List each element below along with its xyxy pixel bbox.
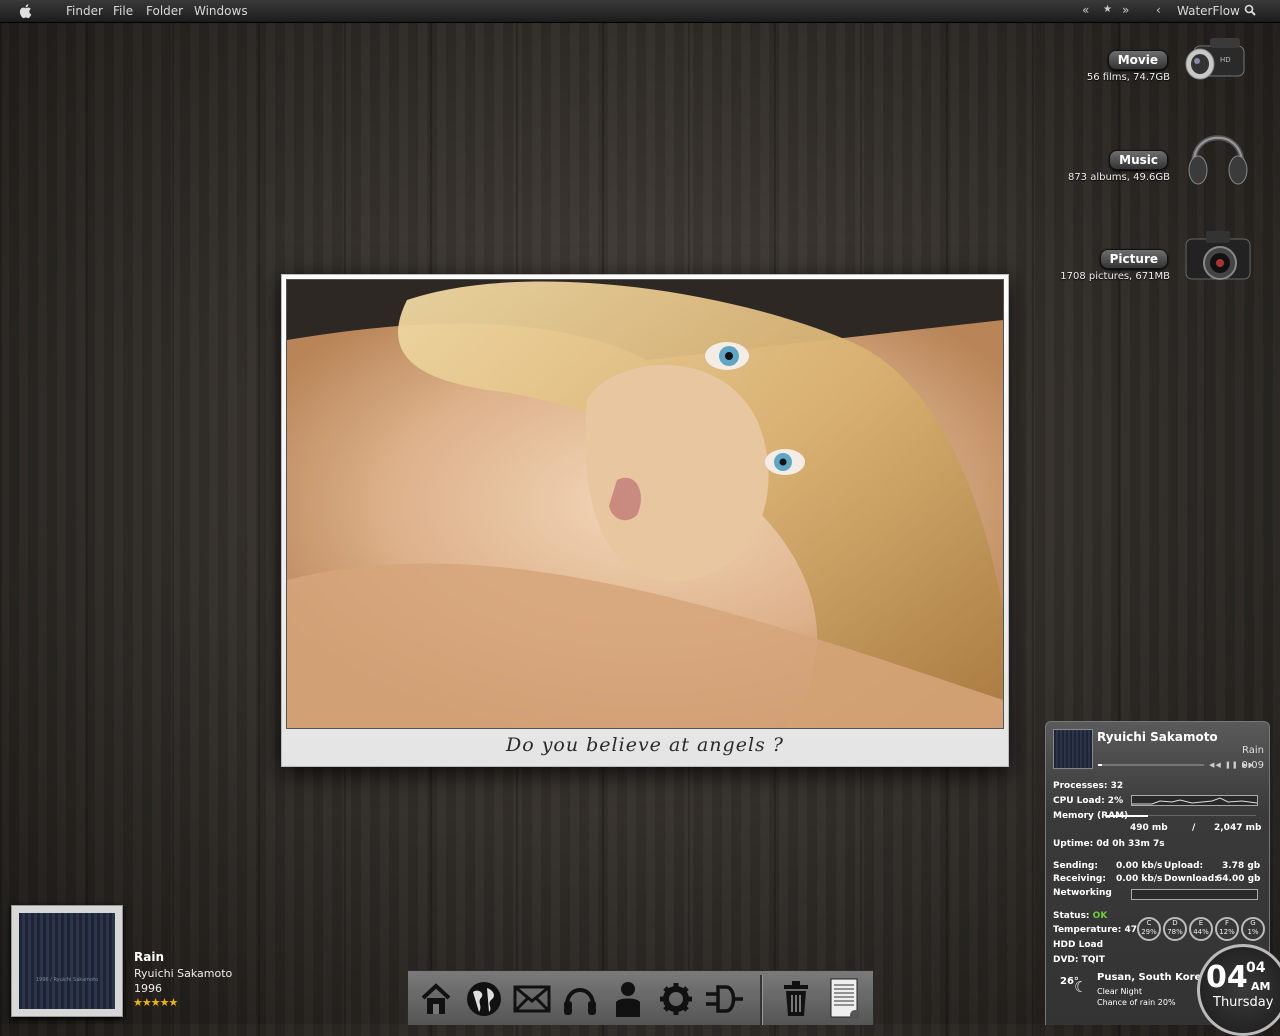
dock-separator (760, 975, 763, 1025)
dvd-label: DVD: TQIT (1053, 955, 1105, 965)
network-graph (1131, 889, 1258, 900)
photo-caption: Do you believe at angels ? (505, 734, 784, 756)
cpu-graph (1131, 795, 1258, 806)
drive-pct: 1% (1247, 928, 1259, 936)
home-icon[interactable] (414, 977, 458, 1021)
upload-value: 3.78 gb (1222, 861, 1261, 871)
drive-letter: G (1250, 919, 1256, 927)
upload-label: Upload: (1164, 861, 1204, 871)
album-art-thumbnail[interactable]: 1996 / Ryuichi Sakamoto (11, 905, 123, 1017)
shelf-movie-sub: 56 films, 74.7GB (1086, 72, 1170, 83)
trash-icon[interactable] (774, 977, 818, 1021)
shelf-picture[interactable]: Picture 1708 pictures, 671MB (990, 231, 1280, 329)
shelf-movie[interactable]: Movie 56 films, 74.7GB HD (990, 38, 1280, 130)
menu-finder[interactable]: Finder (66, 4, 103, 18)
memory-sep: / (1192, 823, 1196, 833)
drive-letter: E (1198, 919, 1204, 927)
panel-album-art[interactable] (1053, 729, 1093, 769)
status-ok-badge: OK (1092, 911, 1108, 921)
star-icon[interactable]: ★ (1103, 4, 1112, 15)
svg-text:HD: HD (1220, 56, 1231, 64)
memory-total: 2,047 mb (1214, 823, 1262, 833)
document-icon[interactable] (822, 977, 866, 1021)
menu-file[interactable]: File (113, 4, 133, 18)
globe-icon[interactable] (462, 977, 506, 1021)
search-icon[interactable] (1244, 4, 1258, 18)
menubar: Finder File Folder Windows « ★ » ‹ Water… (0, 0, 1280, 23)
gear-icon[interactable] (654, 977, 698, 1021)
now-playing-rating[interactable]: ★★★★★ (133, 996, 178, 1009)
now-playing-year: 1996 (134, 982, 162, 995)
panel-track: Rain (1242, 745, 1264, 756)
shelf-picture-sub: 1708 pictures, 671MB (1060, 271, 1170, 282)
now-playing-title: Rain (134, 950, 164, 964)
panel-time: 0:09 (1241, 760, 1264, 771)
hdd-load-label: HDD Load (1053, 940, 1104, 950)
photo-frame: Do you believe at angels ? (281, 274, 1009, 767)
uptime-label: Uptime: 0d 0h 33m 7s (1053, 839, 1165, 849)
apple-icon[interactable] (19, 3, 33, 19)
plug-icon[interactable] (702, 977, 746, 1021)
panel-progress-bar[interactable] (1098, 764, 1204, 766)
drive-c-gauge[interactable]: C 29% (1137, 917, 1161, 941)
album-cover: 1996 / Ryuichi Sakamoto (19, 913, 115, 1009)
dock (407, 970, 874, 1025)
headphones-icon[interactable] (558, 977, 602, 1021)
shelf-picture-label[interactable]: Picture (1099, 249, 1168, 269)
receiving-value: 0.00 kb/s (1116, 874, 1163, 884)
sending-value: 0.00 kb/s (1116, 861, 1163, 871)
drive-g-gauge[interactable]: G 1% (1241, 917, 1265, 941)
drive-d-gauge[interactable]: D 78% (1163, 917, 1187, 941)
status-label: Status: OK (1053, 911, 1107, 921)
app-name[interactable]: WaterFlow (1177, 4, 1240, 18)
moon-icon: ☾ (1074, 978, 1088, 996)
clock-minute: 04 (1246, 960, 1266, 976)
status-text: Status: (1053, 911, 1090, 921)
drive-letter: D (1172, 919, 1178, 927)
memory-bar (1106, 815, 1256, 817)
menu-folder[interactable]: Folder (146, 4, 183, 18)
clock-day: Thursday (1213, 995, 1274, 1010)
headphones-icon[interactable] (1180, 120, 1258, 185)
back-chevron-icon[interactable]: ‹ (1156, 3, 1161, 17)
drive-pct: 44% (1193, 928, 1209, 936)
drive-pct: 12% (1219, 928, 1235, 936)
temperature-label: Temperature: 47 (1053, 925, 1137, 935)
clock-ampm: AM (1251, 980, 1271, 993)
weather-condition: Clear Night (1097, 987, 1142, 996)
portrait-photo (286, 279, 1004, 729)
download-value: 64.00 gb (1216, 874, 1261, 884)
shelf-music[interactable]: Music 873 albums, 49.6GB (990, 135, 1280, 230)
drive-pct: 29% (1141, 928, 1157, 936)
drive-pct: 78% (1167, 928, 1183, 936)
shelf-music-sub: 873 albums, 49.6GB (1067, 172, 1170, 183)
drive-e-gauge[interactable]: E 44% (1189, 917, 1213, 941)
now-playing-artist: Ryuichi Sakamoto (134, 967, 233, 980)
mail-icon[interactable] (510, 977, 554, 1021)
receiving-label: Receiving: (1053, 874, 1106, 884)
weather-rain-chance: Chance of rain 20% (1097, 998, 1176, 1007)
camcorder-icon[interactable]: HD (1180, 38, 1258, 100)
rewind-icon[interactable]: « (1082, 3, 1089, 17)
panel-artist: Ryuichi Sakamoto (1097, 730, 1218, 744)
networking-label: Networking (1053, 888, 1112, 898)
album-cover-text: 1996 / Ryuichi Sakamoto (35, 977, 99, 983)
menu-windows[interactable]: Windows (194, 4, 248, 18)
camera-icon[interactable] (1180, 223, 1258, 285)
clock-hour: 04 (1206, 960, 1248, 995)
drive-letter: F (1224, 919, 1230, 927)
processes-label: Processes: 32 (1053, 781, 1124, 791)
cpu-label: CPU Load: 2% (1053, 796, 1124, 806)
weather-city: Pusan, South Korea (1097, 972, 1209, 983)
drive-letter: C (1146, 919, 1152, 927)
sending-label: Sending: (1053, 861, 1098, 871)
memory-used: 490 mb (1130, 823, 1168, 833)
drive-f-gauge[interactable]: F 12% (1215, 917, 1239, 941)
forward-icon[interactable]: » (1122, 3, 1129, 17)
user-icon[interactable] (606, 977, 650, 1021)
shelf-movie-label[interactable]: Movie (1107, 50, 1168, 70)
download-label: Download: (1164, 874, 1218, 884)
shelf-music-label[interactable]: Music (1109, 150, 1168, 170)
